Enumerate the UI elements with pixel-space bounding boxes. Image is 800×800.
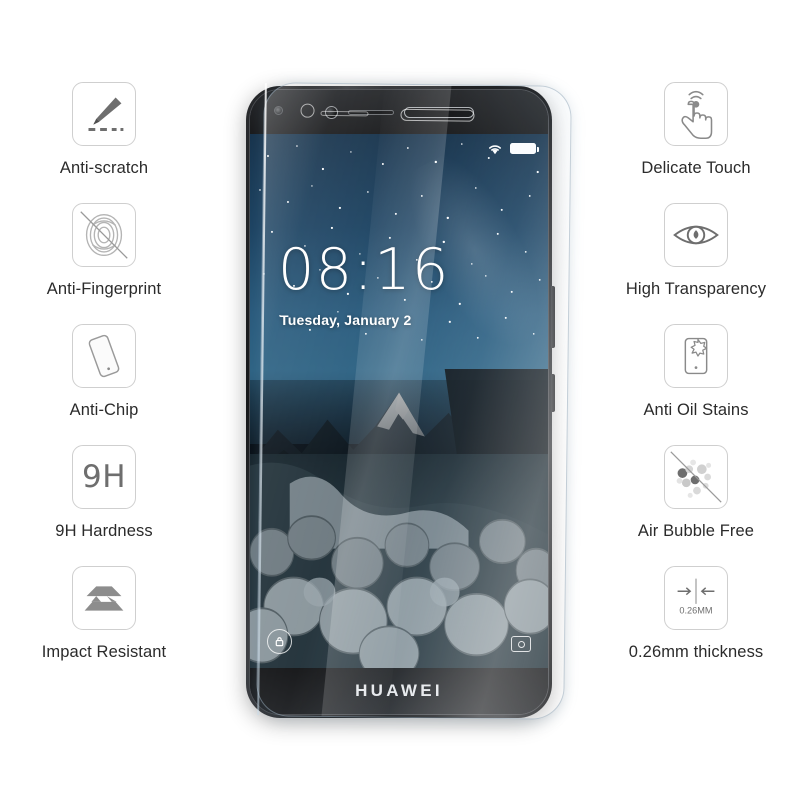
feature-label: Air Bubble Free — [637, 522, 755, 540]
phone-tilted-icon — [72, 324, 136, 388]
lockscreen-clock: 08:16 — [278, 237, 450, 303]
touch-hand-icon — [664, 82, 728, 146]
volume-button[interactable] — [551, 286, 555, 348]
feature-high-transparency: High Transparency — [592, 203, 800, 299]
earpiece-speaker — [403, 106, 474, 118]
feature-anti-fingerprint: Anti-Fingerprint — [0, 203, 208, 299]
feature-label: Impact Resistant — [41, 643, 167, 661]
phone-with-screen-protector: 08:16 Tuesday, January 2 HUAWEI — [238, 82, 572, 724]
camera-icon[interactable] — [511, 636, 531, 652]
proximity-sensor-icon — [274, 106, 283, 115]
thickness-badge-text: 0.26MM — [679, 606, 712, 616]
knife-scratch-icon — [72, 82, 136, 146]
battery-full-icon — [510, 143, 540, 154]
phone-screen[interactable]: 08:16 Tuesday, January 2 — [250, 134, 548, 668]
feature-label: 0.26mm thickness — [628, 643, 764, 661]
wifi-icon — [489, 145, 501, 155]
air-bubbles-icon — [664, 445, 728, 509]
feature-impact-resistant: Impact Resistant — [0, 566, 208, 662]
feature-label: Anti Oil Stains — [643, 401, 749, 419]
infographic-canvas: Anti-scratch Anti-Fingerprint Anti-Chip … — [0, 0, 800, 800]
fingerprint-icon — [72, 203, 136, 267]
lock-icon[interactable] — [267, 629, 292, 654]
brand-logo: HUAWEI — [355, 681, 443, 700]
hardness-value: 9H — [81, 459, 127, 495]
feature-label: 9H Hardness — [55, 522, 153, 540]
feature-column-right: Delicate Touch High Transparency Anti Oi… — [592, 0, 800, 800]
phone-body: 08:16 Tuesday, January 2 HUAWEI — [246, 86, 555, 718]
impact-layers-icon — [72, 566, 136, 630]
feature-label: Anti-scratch — [59, 159, 149, 177]
rocks — [250, 462, 548, 668]
feature-label: Anti-Fingerprint — [46, 280, 162, 298]
hardness-9h-icon: 9H — [72, 445, 136, 509]
feature-thickness: 0.26MM 0.26mm thickness — [592, 566, 800, 662]
feature-column-left: Anti-scratch Anti-Fingerprint Anti-Chip … — [0, 0, 208, 800]
feature-label: High Transparency — [625, 280, 767, 298]
status-bar — [487, 142, 540, 155]
front-camera-icon — [324, 105, 338, 119]
feature-delicate-touch: Delicate Touch — [592, 82, 800, 178]
phone-top-bezel — [250, 90, 548, 134]
lockscreen-date: Tuesday, January 2 — [280, 312, 412, 328]
oil-stain-phone-icon — [664, 324, 728, 388]
sensor-slot — [347, 109, 394, 115]
feature-air-bubble-free: Air Bubble Free — [592, 445, 800, 541]
eye-icon — [664, 203, 728, 267]
phone-front-face: 08:16 Tuesday, January 2 HUAWEI — [249, 89, 549, 715]
feature-anti-chip: Anti-Chip — [0, 324, 208, 420]
feature-label: Delicate Touch — [641, 159, 751, 177]
feature-anti-oil-stains: Anti Oil Stains — [592, 324, 800, 420]
thickness-arrows-icon: 0.26MM — [664, 566, 728, 630]
feature-9h-hardness: 9H 9H Hardness — [0, 445, 208, 541]
feature-anti-scratch: Anti-scratch — [0, 82, 208, 178]
power-button[interactable] — [551, 374, 555, 412]
feature-label: Anti-Chip — [69, 401, 139, 419]
phone-bottom-bezel: HUAWEI — [250, 668, 548, 714]
